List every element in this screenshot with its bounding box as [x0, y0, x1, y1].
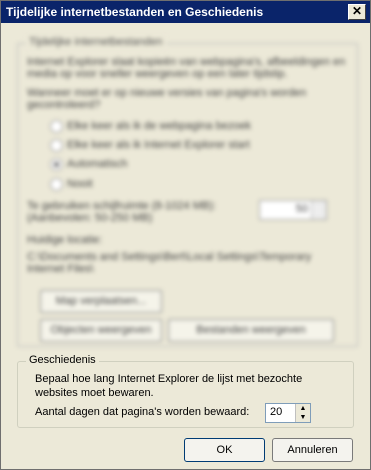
move-folder-button[interactable]: Map verplaatsen...	[40, 290, 162, 313]
dialog-window: Tijdelijke internetbestanden en Geschied…	[0, 0, 371, 470]
radio-automatic[interactable]	[50, 158, 63, 171]
history-days-value[interactable]: 20	[270, 406, 282, 418]
view-files-button[interactable]: Bestanden weergeven	[168, 319, 334, 342]
check-question: Wanneer moet er op nieuwe versies van pa…	[27, 87, 307, 111]
location-path: C:\Documents and Settings\Bert\Local Set…	[27, 251, 312, 275]
radio-never-label[interactable]: Nooit	[67, 178, 93, 190]
radio-every-visit-label[interactable]: Elke keer als ik de webpagina bezoek	[67, 120, 251, 132]
spin-down-icon[interactable]: ▼	[295, 413, 310, 422]
temp-files-description: Internet Explorer slaat kopieën van webp…	[27, 56, 346, 80]
location-label: Huidige locatie:	[27, 234, 103, 246]
radio-every-start[interactable]	[50, 139, 63, 152]
radio-every-visit[interactable]	[50, 120, 63, 133]
radio-every-start-label[interactable]: Elke keer als ik Internet Explorer start	[67, 139, 250, 151]
temp-files-legend: Tijdelijke internetbestanden	[26, 36, 166, 48]
history-legend: Geschiedenis	[26, 354, 99, 366]
history-description: Bepaal hoe lang Internet Explorer de lij…	[35, 373, 303, 399]
radio-never[interactable]	[50, 178, 63, 191]
radio-automatic-label[interactable]: Automatisch	[67, 158, 128, 170]
history-days-label: Aantal dagen dat pagina's worden bewaard…	[35, 406, 250, 418]
disk-space-value: 50	[295, 203, 308, 215]
view-objects-button[interactable]: Objecten weergeven	[40, 319, 162, 342]
disk-space-label: Te gebruiken schijfruimte (8-1024 MB): (…	[27, 200, 216, 224]
cancel-button[interactable]: Annuleren	[272, 438, 353, 462]
ok-button[interactable]: OK	[184, 438, 265, 462]
history-days-spinner[interactable]: 20 ▲ ▼	[265, 403, 311, 423]
disk-space-spinner[interactable]: 50	[259, 200, 327, 220]
close-button[interactable]: ✕	[348, 4, 366, 20]
window-title: Tijdelijke internetbestanden en Geschied…	[6, 5, 264, 19]
disk-space-arrows[interactable]	[311, 201, 326, 219]
title-bar[interactable]: Tijdelijke internetbestanden en Geschied…	[1, 1, 370, 23]
